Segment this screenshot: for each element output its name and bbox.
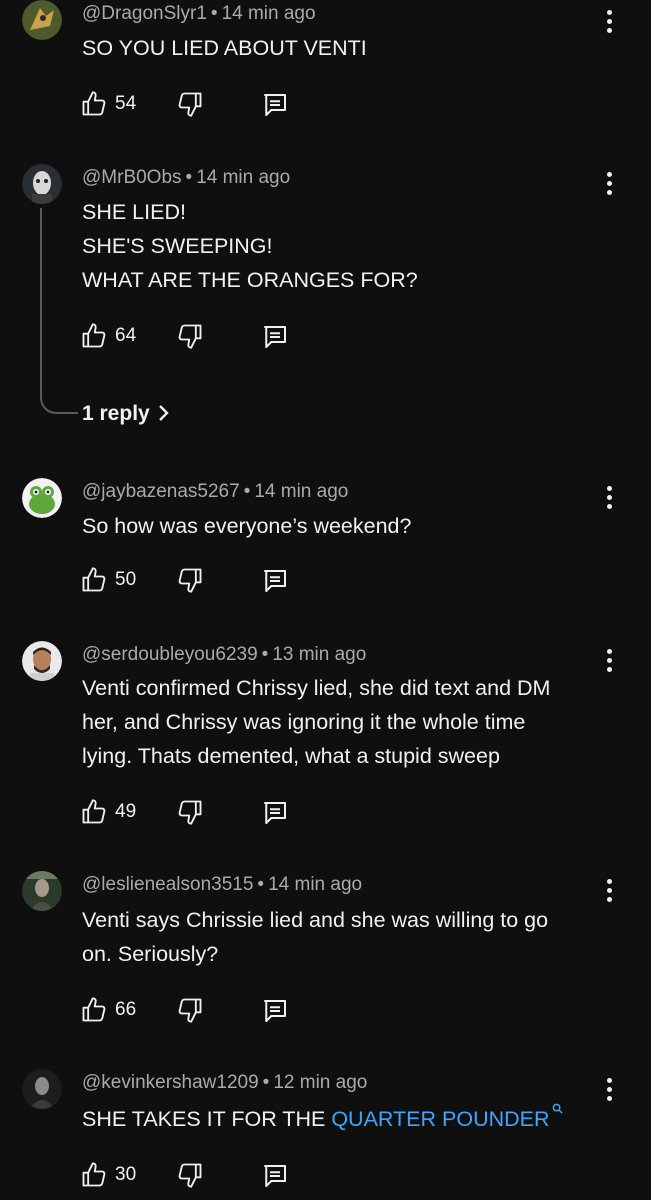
comment-meta: @DragonSlyr1 • 14 min ago	[82, 3, 316, 24]
comment-time: 14 min ago	[268, 874, 363, 895]
comment-actions: 50	[80, 562, 320, 596]
like-count: 49	[115, 801, 137, 822]
reply-button[interactable]	[260, 86, 294, 120]
thumbs-up-icon	[82, 567, 106, 592]
thumbs-up-icon	[82, 91, 106, 116]
thumbs-down-icon	[178, 568, 202, 593]
like-count: 54	[115, 93, 137, 114]
comment-text: Venti confirmed Chrissy lied, she did te…	[82, 676, 551, 768]
thumbs-down-icon	[178, 998, 202, 1023]
comment-actions: 66	[80, 992, 320, 1026]
thumbs-up-icon	[82, 799, 106, 824]
thumbs-down-icon	[178, 324, 202, 349]
avatar[interactable]	[22, 478, 62, 518]
like-button[interactable]: 66	[80, 992, 150, 1026]
reply-icon	[264, 1165, 286, 1187]
reply-icon	[264, 326, 286, 348]
comment-text: SHE TAKES IT FOR THE QUARTER POUNDER	[82, 1102, 602, 1136]
thumbs-up-icon	[82, 323, 106, 348]
comment-text: SHE LIED! SHE'S SWEEPING! WHAT ARE THE O…	[82, 200, 418, 292]
avatar[interactable]	[22, 1069, 62, 1109]
like-count: 50	[115, 569, 137, 590]
reply-icon	[264, 94, 286, 116]
comment-text: SO YOU LIED ABOUT VENTI	[82, 36, 367, 60]
comment-meta: @leslienealson3515 • 14 min ago	[82, 874, 363, 895]
author-handle[interactable]: @MrB0Obs	[82, 167, 182, 188]
comment-actions: 54	[80, 86, 320, 120]
avatar[interactable]	[22, 641, 62, 681]
comment-text: So how was everyone’s weekend?	[82, 514, 412, 538]
dislike-button[interactable]	[176, 794, 208, 828]
thumbs-down-icon	[178, 800, 202, 825]
author-handle[interactable]: @serdoubleyou6239	[82, 644, 258, 665]
search-link[interactable]: QUARTER POUNDER	[331, 1107, 549, 1131]
comment-time: 14 min ago	[196, 167, 291, 188]
avatar[interactable]	[22, 164, 62, 204]
reply-icon	[264, 802, 286, 824]
like-button[interactable]: 49	[80, 794, 150, 828]
thumbs-down-icon	[178, 1163, 202, 1188]
comment-meta: @MrB0Obs • 14 min ago	[82, 167, 291, 188]
dislike-button[interactable]	[176, 318, 208, 352]
thumbs-down-icon	[178, 92, 202, 117]
comment-meta: @kevinkershaw1209 • 12 min ago	[82, 1072, 368, 1093]
like-count: 66	[115, 999, 137, 1020]
author-handle[interactable]: @leslienealson3515	[82, 874, 253, 895]
like-count: 64	[115, 325, 137, 346]
like-button[interactable]: 64	[80, 318, 150, 352]
avatar[interactable]	[22, 0, 62, 40]
comment-meta: @serdoubleyou6239 • 13 min ago	[82, 644, 367, 665]
dislike-button[interactable]	[176, 992, 208, 1026]
search-icon[interactable]	[552, 1103, 563, 1114]
avatar[interactable]	[22, 871, 62, 911]
thumbs-up-icon	[82, 997, 106, 1022]
comment-actions: 30	[80, 1157, 320, 1191]
comment-time: 12 min ago	[273, 1072, 368, 1093]
comment-meta: @jaybazenas5267 • 14 min ago	[82, 481, 349, 502]
thumbs-up-icon	[82, 1162, 106, 1187]
view-replies-button[interactable]: 1 reply	[82, 402, 170, 426]
comment-time: 13 min ago	[272, 644, 367, 665]
comment-time: 14 min ago	[221, 3, 316, 24]
chevron-right-icon	[158, 405, 169, 421]
reply-button[interactable]	[260, 1157, 294, 1191]
thread-connector-line	[40, 208, 78, 414]
dislike-button[interactable]	[176, 1157, 208, 1191]
like-button[interactable]: 30	[80, 1157, 150, 1191]
reply-button[interactable]	[260, 992, 294, 1026]
author-handle[interactable]: @jaybazenas5267	[82, 481, 240, 502]
comment-time: 14 min ago	[254, 481, 349, 502]
dislike-button[interactable]	[176, 562, 208, 596]
dislike-button[interactable]	[176, 86, 208, 120]
reply-icon	[264, 570, 286, 592]
like-count: 30	[115, 1164, 137, 1185]
comment-actions: 64	[80, 318, 320, 352]
comment-actions: 49	[80, 794, 320, 828]
comment-text: Venti says Chrissie lied and she was wil…	[82, 908, 549, 966]
author-handle[interactable]: @kevinkershaw1209	[82, 1072, 259, 1093]
reply-button[interactable]	[260, 318, 294, 352]
reply-button[interactable]	[260, 562, 294, 596]
like-button[interactable]: 50	[80, 562, 150, 596]
author-handle[interactable]: @DragonSlyr1	[82, 3, 207, 24]
reply-icon	[264, 1000, 286, 1022]
reply-button[interactable]	[260, 794, 294, 828]
like-button[interactable]: 54	[80, 86, 150, 120]
